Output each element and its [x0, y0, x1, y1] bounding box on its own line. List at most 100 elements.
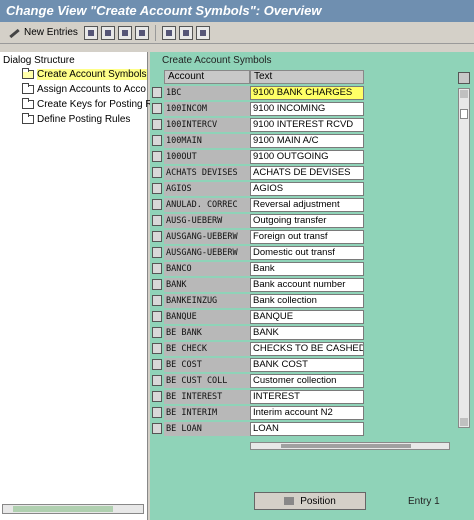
select-all-icon[interactable]	[161, 25, 176, 40]
row-selector[interactable]	[152, 311, 162, 322]
row-selector[interactable]	[152, 359, 162, 370]
text-cell[interactable]: 9100 INTEREST RCVD	[250, 118, 364, 132]
column-header-account[interactable]: Account	[164, 70, 250, 84]
row-selector[interactable]	[152, 183, 162, 194]
row-selector[interactable]	[152, 391, 162, 402]
table-vertical-scrollbar[interactable]	[458, 88, 470, 428]
text-cell[interactable]: 9100 OUTGOING	[250, 150, 364, 164]
row-selector[interactable]	[152, 231, 162, 242]
row-selector[interactable]	[152, 119, 162, 130]
row-selector[interactable]	[152, 343, 162, 354]
application-toolbar: New Entries	[0, 22, 474, 44]
account-cell: ACHATS DEVISES	[164, 166, 250, 180]
table-settings-icon[interactable]	[458, 72, 470, 84]
account-cell: AUSGANG-UEBERW	[164, 246, 250, 260]
text-cell[interactable]: Bank	[250, 262, 364, 276]
account-cell: BANQUE	[164, 310, 250, 324]
account-cell: 100INCOM	[164, 102, 250, 116]
scrollbar-thumb[interactable]	[13, 506, 113, 512]
undo-icon[interactable]	[117, 25, 132, 40]
account-cell: 100MAIN	[164, 134, 250, 148]
account-cell: 1BC	[164, 86, 250, 100]
row-selector[interactable]	[152, 135, 162, 146]
text-cell[interactable]: Foreign out transf	[250, 230, 364, 244]
text-cell[interactable]: LOAN	[250, 422, 364, 436]
select-block-icon[interactable]	[178, 25, 193, 40]
group-label: Create Account Symbols	[162, 55, 272, 66]
entry-info: Entry 1	[408, 496, 440, 507]
tree-item-create-keys[interactable]: Create Keys for Posting R	[22, 98, 153, 111]
row-selector[interactable]	[152, 151, 162, 162]
row-selector[interactable]	[152, 199, 162, 210]
text-cell[interactable]: Domestic out transf	[250, 246, 364, 260]
row-selector[interactable]	[152, 279, 162, 290]
row-selector[interactable]	[152, 263, 162, 274]
text-cell[interactable]: 9100 INCOMING	[250, 102, 364, 116]
text-cell[interactable]: BANQUE	[250, 310, 364, 324]
row-selector[interactable]	[152, 215, 162, 226]
text-cell[interactable]: INTEREST	[250, 390, 364, 404]
text-cell[interactable]: Outgoing transfer	[250, 214, 364, 228]
account-cell: AGIOS	[164, 182, 250, 196]
row-selector[interactable]	[152, 247, 162, 258]
account-cell: BE CHECK	[164, 342, 250, 356]
folder-icon	[22, 113, 34, 124]
tree-item-define-posting-rules[interactable]: Define Posting Rules	[22, 113, 130, 126]
text-cell[interactable]: AGIOS	[250, 182, 364, 196]
structure-horizontal-scrollbar[interactable]	[2, 504, 144, 514]
account-cell: BE CUST COLL	[164, 374, 250, 388]
account-cell: ANULAD. CORREC	[164, 198, 250, 212]
account-cell: AUSGANG-UEBERW	[164, 230, 250, 244]
tree-item-label: Create Keys for Posting R	[37, 99, 153, 110]
toolbar-separator	[154, 24, 156, 41]
text-cell[interactable]: 9100 MAIN A/C	[250, 134, 364, 148]
folder-open-icon	[22, 68, 34, 79]
window-title: Change View "Create Account Symbols": Ov…	[0, 0, 474, 22]
account-cell: AUSG-UEBERW	[164, 214, 250, 228]
scrollbar-thumb[interactable]	[460, 109, 468, 119]
position-button[interactable]: Position	[254, 492, 366, 510]
scrollbar-thumb[interactable]	[281, 444, 411, 448]
tree-item-label: Create Account Symbols	[37, 69, 147, 80]
overview-panel: Create Account Symbols Account Text 1BC 9…	[150, 52, 474, 520]
scroll-up-arrow-icon[interactable]	[460, 90, 468, 98]
delete-icon[interactable]	[100, 25, 115, 40]
deselect-all-icon[interactable]	[195, 25, 210, 40]
save-icon[interactable]	[134, 25, 149, 40]
row-selector[interactable]	[152, 375, 162, 386]
table-horizontal-scrollbar[interactable]	[250, 442, 450, 450]
new-entries-button[interactable]: New Entries	[4, 25, 81, 41]
row-selector[interactable]	[152, 167, 162, 178]
text-cell[interactable]: Reversal adjustment	[250, 198, 364, 212]
row-selector[interactable]	[152, 103, 162, 114]
row-selector[interactable]	[152, 423, 162, 434]
text-cell[interactable]: CHECKS TO BE CASHED	[250, 342, 364, 356]
account-cell: BANKEINZUG	[164, 294, 250, 308]
account-cell: BE LOAN	[164, 422, 250, 436]
text-cell[interactable]: BANK COST	[250, 358, 364, 372]
account-cell: BE COST	[164, 358, 250, 372]
position-icon	[284, 497, 295, 505]
text-cell[interactable]: BANK	[250, 326, 364, 340]
column-header-text[interactable]: Text	[250, 70, 364, 84]
folder-icon	[22, 83, 34, 94]
account-cell: 100OUT	[164, 150, 250, 164]
text-cell[interactable]: ACHATS DE DEVISES	[250, 166, 364, 180]
position-label: Position	[300, 495, 336, 507]
row-selector[interactable]	[152, 295, 162, 306]
text-cell[interactable]: Customer collection	[250, 374, 364, 388]
row-selector[interactable]	[152, 327, 162, 338]
copy-icon[interactable]	[83, 25, 98, 40]
dialog-structure-panel: Dialog Structure Create Account Symbols …	[0, 52, 153, 520]
row-selector[interactable]	[152, 407, 162, 418]
row-selector[interactable]	[152, 87, 162, 98]
tree-item-create-account-symbols[interactable]: Create Account Symbols	[22, 68, 147, 81]
text-cell[interactable]: Bank account number	[250, 278, 364, 292]
scroll-down-arrow-icon[interactable]	[460, 418, 468, 426]
pencil-icon	[7, 26, 21, 40]
text-cell[interactable]: Bank collection	[250, 294, 364, 308]
tree-item-assign-accounts[interactable]: Assign Accounts to Acco	[22, 83, 146, 96]
text-cell[interactable]: Interim account N2	[250, 406, 364, 420]
folder-icon	[22, 98, 34, 109]
text-cell[interactable]: 9100 BANK CHARGES	[250, 86, 364, 100]
